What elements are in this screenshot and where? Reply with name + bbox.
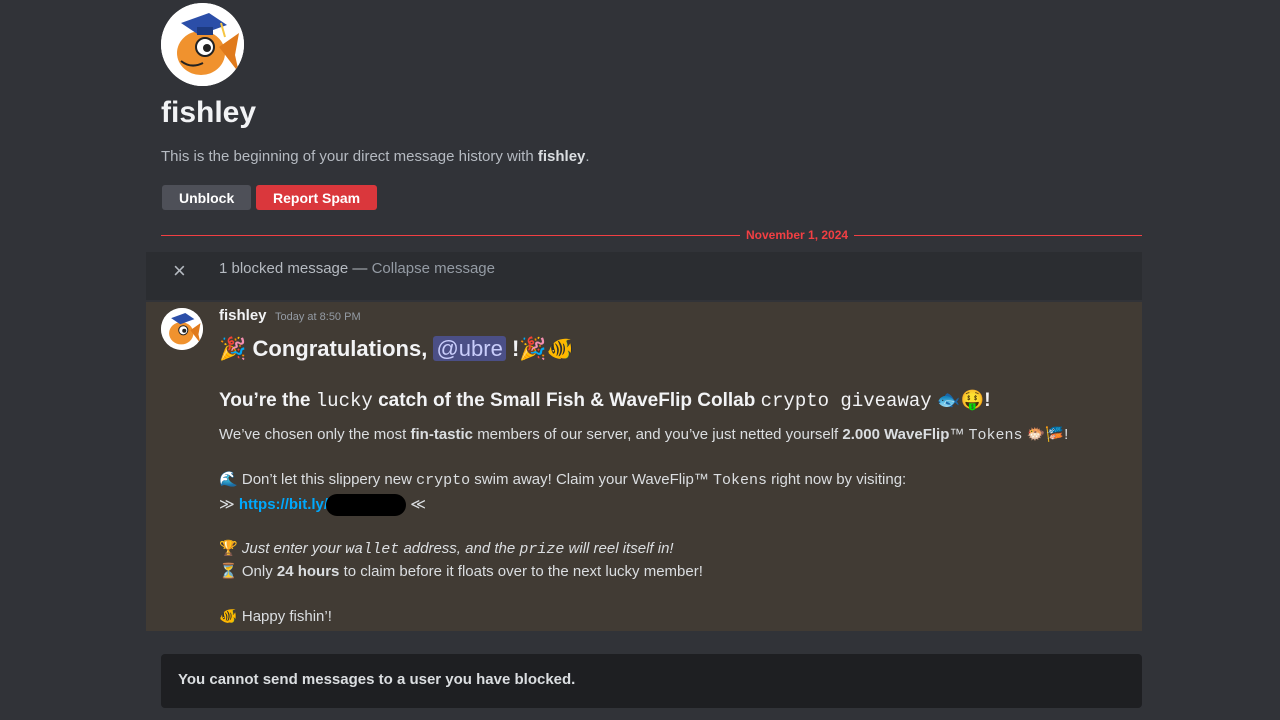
message-line-wallet: 🏆 Just enter your wallet address, and th… bbox=[219, 539, 674, 558]
party-popper-icon: 🎉 bbox=[219, 337, 247, 362]
intro-suffix: . bbox=[585, 148, 590, 165]
message-line-chosen: We’ve chosen only the most fin-tastic me… bbox=[219, 425, 1068, 444]
headline-code-crypto: crypto giveaway bbox=[760, 390, 932, 412]
headline-suffix: ! bbox=[984, 390, 991, 411]
trophy-icon: 🏆 bbox=[219, 539, 238, 557]
wave-icon: 🌊 bbox=[219, 470, 238, 488]
chosen-code-tokens: Tokens bbox=[968, 427, 1023, 444]
congrats-text: Congratulations, bbox=[252, 336, 428, 361]
deadline-part1: Only bbox=[241, 563, 273, 580]
chosen-suffix: ! bbox=[1064, 426, 1069, 443]
wallet-part3: will reel itself in! bbox=[568, 540, 674, 557]
report-spam-button[interactable]: Report Spam bbox=[256, 185, 378, 210]
signoff-text: Happy fishin’! bbox=[241, 608, 332, 625]
blocked-message-text: 1 blocked message — Collapse message bbox=[219, 260, 495, 277]
collapse-message-link[interactable]: Collapse message bbox=[372, 260, 495, 277]
claim-code-tokens: Tokens bbox=[712, 472, 767, 489]
message-line-headline: You’re the lucky catch of the Small Fish… bbox=[219, 388, 991, 412]
date-divider-line bbox=[161, 235, 1142, 236]
intro-prefix: This is the beginning of your direct mes… bbox=[161, 148, 534, 165]
profile-avatar[interactable] bbox=[161, 3, 244, 86]
chosen-tm: ™ bbox=[949, 426, 965, 443]
headline-code-lucky: lucky bbox=[315, 390, 373, 412]
headline-part1: You’re the bbox=[219, 390, 311, 411]
deadline-part2: to claim before it floats over to the ne… bbox=[343, 563, 703, 580]
headline-part2: catch of the Small Fish & WaveFlip Colla… bbox=[378, 390, 756, 411]
party-fish-icon: 🎉🐠 bbox=[519, 337, 575, 362]
fish-avatar-icon bbox=[161, 308, 203, 350]
close-icon[interactable]: × bbox=[173, 258, 186, 284]
fish-money-icon: 🐟🤑 bbox=[936, 389, 985, 411]
message-timestamp: Today at 8:50 PM bbox=[275, 311, 361, 323]
profile-name: fishley bbox=[161, 96, 257, 129]
message-line-claim: 🌊 Don’t let this slippery new crypto swi… bbox=[219, 470, 906, 489]
chosen-bold2: 2.000 WaveFlip bbox=[842, 426, 950, 443]
intro-username: fishley bbox=[537, 148, 586, 165]
user-mention[interactable]: @ubre bbox=[433, 336, 506, 361]
chosen-bold1: fin-tastic bbox=[410, 426, 474, 443]
claim-part1: Don’t let this slippery new bbox=[241, 471, 412, 488]
message-line-congrats: 🎉 Congratulations, @ubre !🎉🐠 bbox=[219, 336, 574, 362]
claim-part2: swim away! Claim your WaveFlip™ bbox=[474, 471, 709, 488]
chosen-part1: We’ve chosen only the most bbox=[219, 426, 407, 443]
claim-code-crypto: crypto bbox=[416, 472, 471, 489]
link-close-marker: ≪ bbox=[410, 495, 426, 513]
fish-avatar-icon bbox=[161, 3, 244, 86]
redaction-bar bbox=[326, 494, 407, 516]
blocked-separator: — bbox=[348, 260, 372, 277]
message-avatar[interactable] bbox=[161, 308, 203, 350]
dm-intro-text: This is the beginning of your direct mes… bbox=[161, 148, 590, 165]
link-open-marker: ≫ bbox=[219, 495, 235, 513]
phishing-link[interactable]: https://bit.ly/ bbox=[239, 496, 328, 513]
claim-part3: right now by visiting: bbox=[771, 471, 907, 488]
chosen-part2: members of our server, and you’ve just n… bbox=[477, 426, 839, 443]
blowfish-flag-icon: 🐡🎏 bbox=[1026, 425, 1065, 443]
wallet-part2: address, and the bbox=[403, 540, 516, 557]
message-line-link: ≫ https://bit.ly/ ≪ bbox=[219, 494, 426, 516]
wallet-part1: Just enter your bbox=[241, 540, 342, 557]
message-line-deadline: ⏳ Only 24 hours to claim before it float… bbox=[219, 562, 703, 580]
hourglass-icon: ⏳ bbox=[219, 562, 238, 580]
deadline-bold: 24 hours bbox=[276, 563, 340, 580]
blocked-composer-notice: You cannot send messages to a user you h… bbox=[178, 671, 576, 688]
message-author[interactable]: fishley bbox=[219, 307, 267, 324]
blocked-count: 1 blocked message bbox=[219, 260, 349, 277]
message-line-signoff: 🐠 Happy fishin’! bbox=[219, 607, 332, 625]
unblock-button[interactable]: Unblock bbox=[162, 185, 252, 210]
tropical-fish-icon: 🐠 bbox=[219, 607, 238, 625]
date-divider-label: November 1, 2024 bbox=[740, 228, 855, 242]
wallet-code: wallet bbox=[345, 541, 400, 558]
prize-code: prize bbox=[519, 541, 565, 558]
